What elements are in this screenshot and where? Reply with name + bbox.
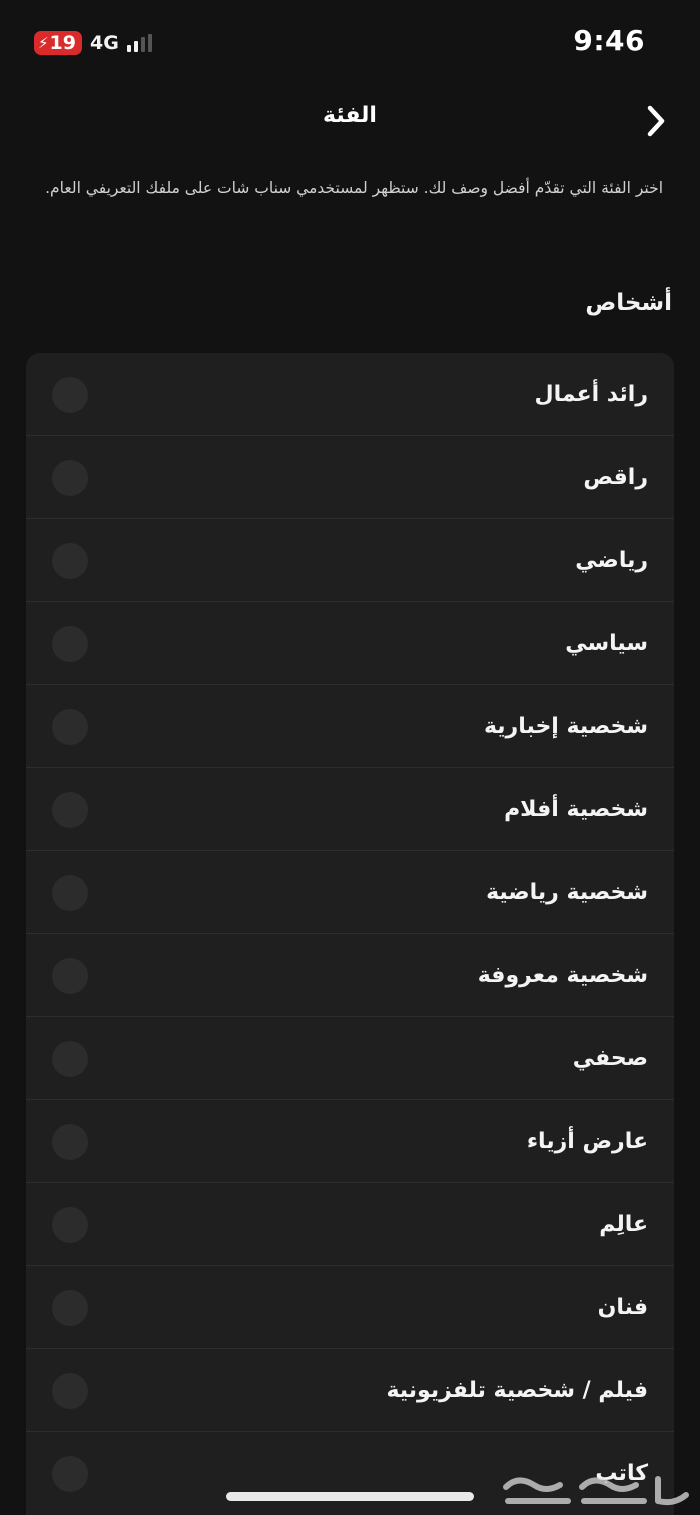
charging-bolt-icon: ⚡ — [38, 34, 49, 52]
category-label: شخصية إخبارية — [483, 714, 648, 739]
radio-button[interactable] — [52, 1207, 88, 1243]
header: الفئة — [0, 95, 700, 145]
category-list: رائد أعمال راقص رياضي سياسي شخصية إخباري… — [26, 353, 674, 1515]
category-item[interactable]: شخصية معروفة — [26, 934, 674, 1017]
category-label: فيلم / شخصية تلفزيونية — [386, 1378, 648, 1403]
haraj-watermark-logo — [503, 1476, 689, 1506]
battery-level: 19 — [49, 32, 76, 54]
category-item[interactable]: فيلم / شخصية تلفزيونية — [26, 1349, 674, 1432]
category-item[interactable]: شخصية إخبارية — [26, 685, 674, 768]
category-item[interactable]: فنان — [26, 1266, 674, 1349]
radio-button[interactable] — [52, 1290, 88, 1326]
page-description: اختر الفئة التي تقدّم أفضل وصف لك. ستظهر… — [45, 179, 663, 197]
category-item[interactable]: شخصية رياضية — [26, 851, 674, 934]
section-title: أشخاص — [585, 290, 672, 316]
status-time: 9:46 — [573, 24, 645, 57]
category-label: رياضي — [575, 548, 648, 573]
radio-button[interactable] — [52, 958, 88, 994]
status-indicators: ⚡ 19 4G — [34, 30, 152, 56]
radio-button[interactable] — [52, 460, 88, 496]
radio-button[interactable] — [52, 1456, 88, 1492]
radio-button[interactable] — [52, 626, 88, 662]
radio-button[interactable] — [52, 875, 88, 911]
page-title: الفئة — [323, 103, 377, 128]
radio-button[interactable] — [52, 1124, 88, 1160]
chevron-right-icon — [647, 105, 665, 137]
radio-button[interactable] — [52, 709, 88, 745]
network-type: 4G — [90, 32, 119, 54]
category-item[interactable]: صحفي — [26, 1017, 674, 1100]
back-button[interactable] — [638, 101, 674, 141]
category-item[interactable]: عالِم — [26, 1183, 674, 1266]
category-item[interactable]: سياسي — [26, 602, 674, 685]
category-label: صحفي — [572, 1046, 648, 1071]
category-item[interactable]: عارض أزياء — [26, 1100, 674, 1183]
radio-button[interactable] — [52, 543, 88, 579]
radio-button[interactable] — [52, 1041, 88, 1077]
category-label: شخصية معروفة — [477, 963, 648, 988]
category-label: عالِم — [599, 1212, 648, 1237]
category-label: عارض أزياء — [526, 1129, 648, 1154]
home-indicator[interactable] — [226, 1492, 474, 1501]
battery-indicator: ⚡ 19 — [34, 31, 82, 55]
category-label: سياسي — [565, 631, 648, 656]
status-bar: ⚡ 19 4G 9:46 — [0, 0, 700, 86]
signal-strength-icon — [126, 34, 152, 52]
radio-button[interactable] — [52, 377, 88, 413]
category-label: راقص — [583, 465, 648, 490]
category-label: رائد أعمال — [534, 382, 648, 407]
category-item[interactable]: رائد أعمال — [26, 353, 674, 436]
category-label: شخصية رياضية — [486, 880, 648, 905]
category-item[interactable]: شخصية أفلام — [26, 768, 674, 851]
category-item[interactable]: رياضي — [26, 519, 674, 602]
category-item[interactable]: راقص — [26, 436, 674, 519]
radio-button[interactable] — [52, 1373, 88, 1409]
radio-button[interactable] — [52, 792, 88, 828]
category-label: شخصية أفلام — [504, 797, 648, 822]
category-label: فنان — [597, 1295, 648, 1320]
